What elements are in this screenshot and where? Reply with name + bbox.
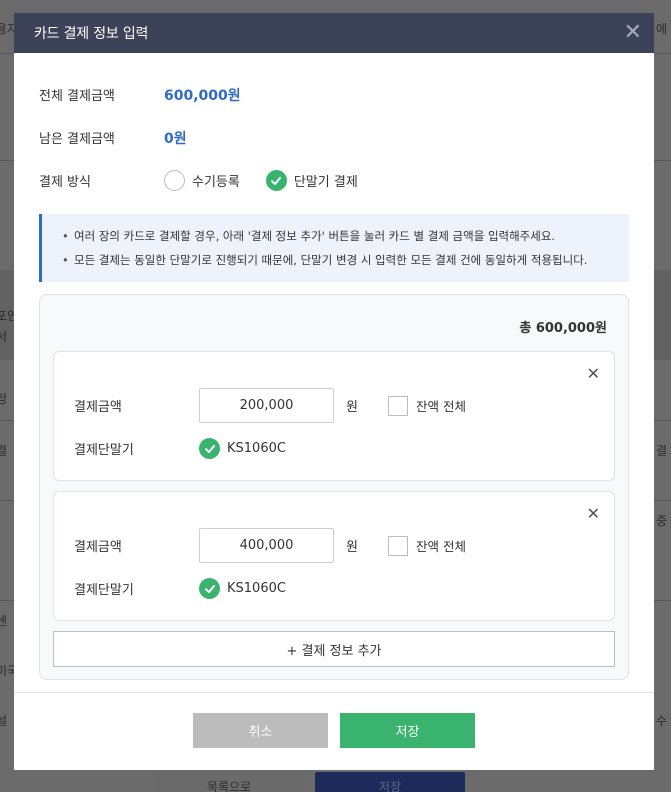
radio-checked-icon[interactable] <box>265 170 287 191</box>
remaining-all-checkbox[interactable] <box>387 395 408 416</box>
modal-footer: 취소 저장 <box>14 713 654 748</box>
payment-method-label: 결제 방식 <box>39 175 91 190</box>
notice-item: 모든 결제는 동일한 단말기로 진행되기 때문에, 단말기 변경 시 입력한 모… <box>62 248 611 272</box>
remaining-amount-row: 남은 결제금액 0원 <box>39 116 629 159</box>
check-icon[interactable] <box>199 578 220 599</box>
radio-manual-entry[interactable]: 수기등록 <box>164 170 240 191</box>
remaining-all-label: 잔액 전체 <box>415 539 466 554</box>
modal-header: 카드 결제 정보 입력 ✕ <box>14 13 654 53</box>
radio-terminal-payment[interactable]: 단말기 결제 <box>265 170 358 191</box>
payment-method-row: 결제 방식 수기등록 단말기 결제 <box>39 159 629 202</box>
remaining-amount-label: 남은 결제금액 <box>39 132 115 147</box>
amount-label: 결제금액 <box>74 400 122 415</box>
remove-payment-icon[interactable]: ✕ <box>587 504 600 523</box>
terminal-row: 결제단말기 KS1060C <box>74 571 594 606</box>
save-button[interactable]: 저장 <box>340 713 475 748</box>
bg-fragment: 정 <box>0 392 8 406</box>
amount-input[interactable] <box>199 388 334 423</box>
terminal-row: 결제단말기 KS1060C <box>74 431 594 466</box>
total-amount-label: 전체 결제금액 <box>39 89 115 104</box>
payment-card-1: ✕ 결제금액 원 잔액 전체 결제단말기 KS1060C <box>53 351 615 481</box>
payment-list-box: 총 600,000원 ✕ 결제금액 원 잔액 전체 결제단말기 KS1060C <box>39 294 629 680</box>
terminal-name: KS1060C <box>227 581 286 596</box>
modal-title: 카드 결제 정보 입력 <box>34 26 149 42</box>
amount-row: 결제금액 원 잔액 전체 <box>74 388 594 423</box>
terminal-label: 결제단말기 <box>74 583 134 598</box>
cancel-button[interactable]: 취소 <box>193 713 328 748</box>
bg-fragment: 수 <box>656 714 668 728</box>
currency-unit: 원 <box>346 400 358 415</box>
payment-sum-total: 총 600,000원 <box>519 321 607 336</box>
bg-fragment: 센 <box>0 614 8 628</box>
close-icon[interactable]: ✕ <box>624 22 642 44</box>
check-icon[interactable] <box>199 438 220 459</box>
remaining-all-checkbox[interactable] <box>387 535 408 556</box>
card-payment-modal: 카드 결제 정보 입력 ✕ 전체 결제금액 600,000원 남은 결제금액 0… <box>14 13 654 770</box>
bg-fragment: 서 <box>0 330 8 344</box>
payment-card-2: ✕ 결제금액 원 잔액 전체 결제단말기 KS1060C <box>53 491 615 621</box>
total-amount-row: 전체 결제금액 600,000원 <box>39 73 629 116</box>
terminal-name: KS1060C <box>227 441 286 456</box>
terminal-label: 결제단말기 <box>74 443 134 458</box>
amount-input[interactable] <box>199 528 334 563</box>
add-payment-button[interactable]: + 결제 정보 추가 <box>53 631 615 667</box>
radio-terminal-payment-label: 단말기 결제 <box>293 175 358 190</box>
remove-payment-icon[interactable]: ✕ <box>587 364 600 383</box>
amount-label: 결제금액 <box>74 540 122 555</box>
radio-unchecked-icon[interactable] <box>164 170 185 191</box>
footer-divider <box>14 692 654 693</box>
radio-manual-entry-label: 수기등록 <box>192 175 240 190</box>
bg-fragment: 중 ( <box>656 514 671 528</box>
currency-unit: 원 <box>346 540 358 555</box>
bg-fragment: 결 <box>656 444 668 458</box>
bg-save-button: 저장 <box>315 772 465 792</box>
info-notice: 여러 장의 카드로 결제할 경우, 아래 '결제 정보 추가' 버튼을 눌러 카… <box>39 214 629 282</box>
bg-fragment: 설 <box>0 714 8 728</box>
modal-body: 전체 결제금액 600,000원 남은 결제금액 0원 결제 방식 수기등록 단… <box>14 73 654 680</box>
remaining-all-label: 잔액 전체 <box>415 399 466 414</box>
amount-row: 결제금액 원 잔액 전체 <box>74 528 594 563</box>
total-amount-value: 600,000원 <box>164 87 241 104</box>
remaining-amount-value: 0원 <box>164 130 187 147</box>
payment-method-radio-group: 수기등록 단말기 결제 <box>164 170 384 191</box>
notice-item: 여러 장의 카드로 결제할 경우, 아래 '결제 정보 추가' 버튼을 눌러 카… <box>62 224 611 248</box>
bg-fragment: 결 <box>0 444 8 458</box>
bg-list-button: 목록으로 <box>154 772 304 792</box>
bg-fragment: 에 <box>656 22 668 36</box>
